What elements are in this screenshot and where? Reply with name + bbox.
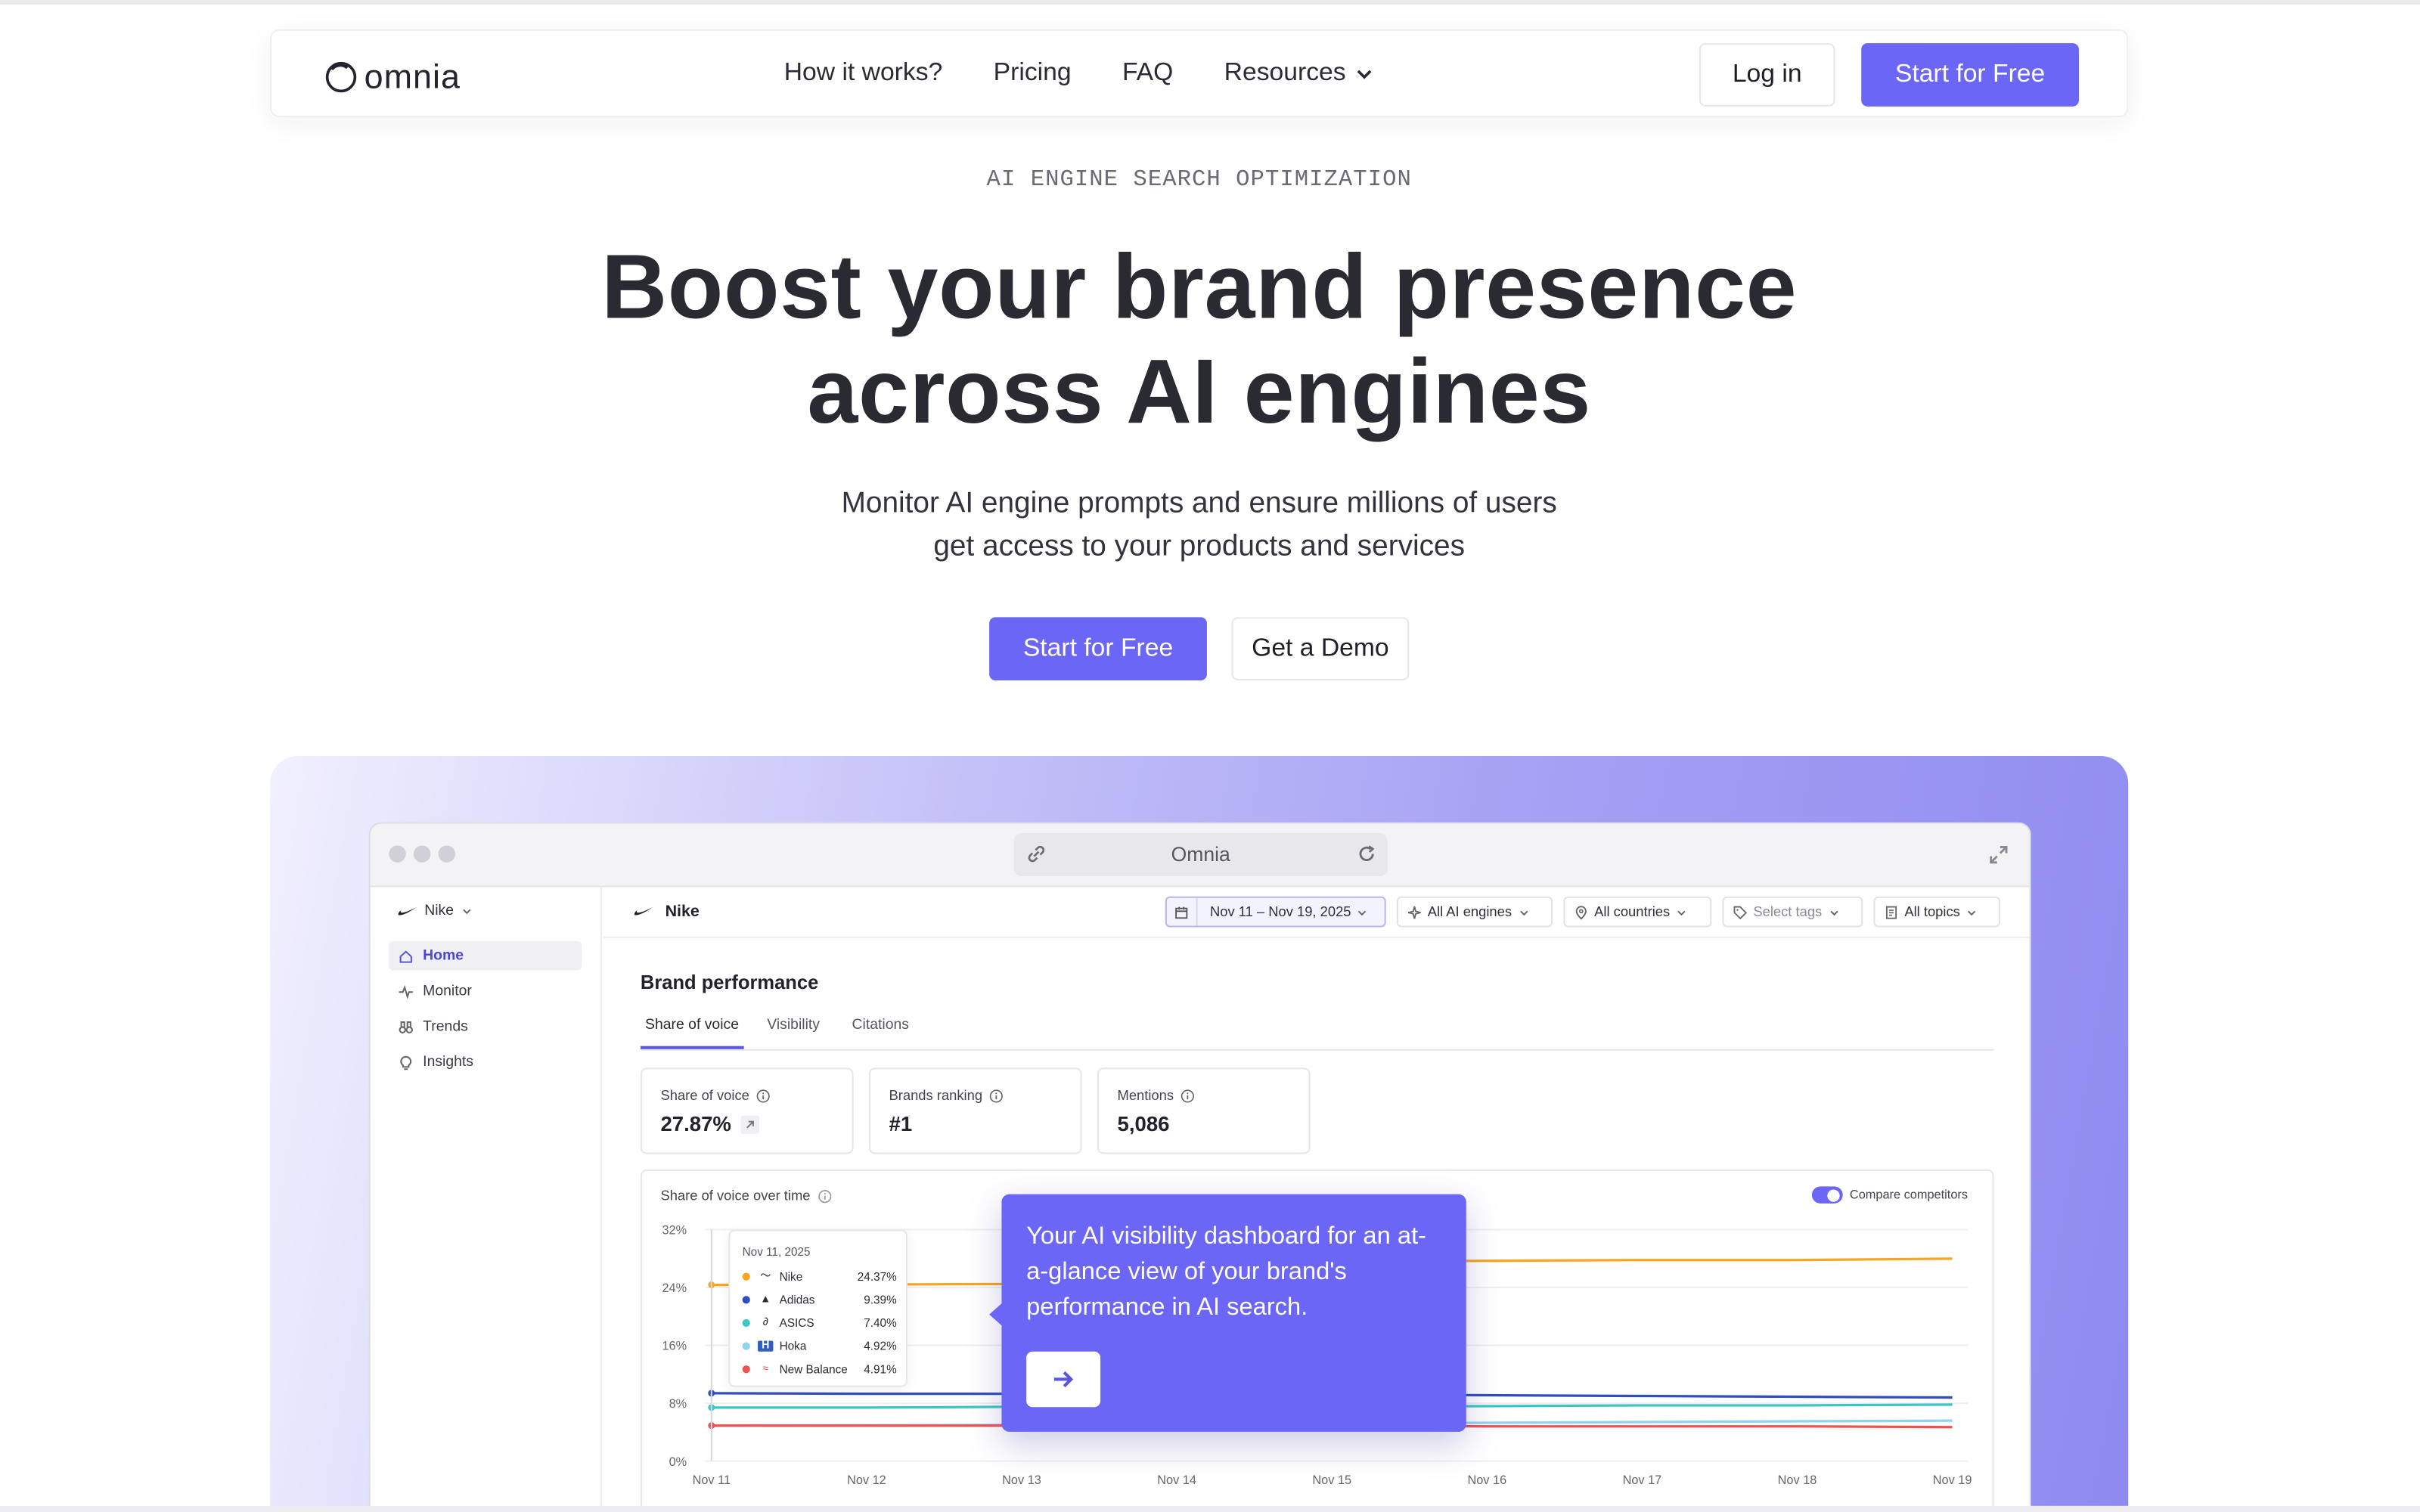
x-tick-label: Nov 11 (693, 1473, 731, 1487)
tooltip-row-value: 4.91% (864, 1362, 897, 1376)
y-tick-label: 32% (662, 1224, 687, 1238)
hoka-logo-icon: H (758, 1340, 774, 1351)
callout-text: Your AI visibility dashboard for an at-a… (1026, 1223, 1426, 1321)
adidas-logo-icon: ▲ (760, 1294, 771, 1305)
tooltip-row-name: New Balance (779, 1362, 848, 1376)
x-tick-label: Nov 13 (1002, 1473, 1041, 1487)
y-tick-label: 8% (669, 1397, 687, 1411)
asics-logo-icon: ∂ (762, 1316, 768, 1328)
arrow-right-icon (1053, 1371, 1074, 1388)
chart-hover-tooltip: Nov 11, 2025 〜 Nike 24.37% ▲ Adidas 9.39% ∂ A… (728, 1229, 908, 1387)
new-balance-logo-icon: ≈ (762, 1363, 769, 1374)
tooltip-row-value: 24.37% (857, 1269, 897, 1283)
tooltip-row-name: Adidas (779, 1292, 815, 1306)
tooltip-row-hoka: H Hoka 4.92% (742, 1336, 897, 1354)
x-tick-label: Nov 15 (1312, 1473, 1351, 1487)
tooltip-row-value: 9.39% (864, 1292, 897, 1306)
series-swatch (742, 1341, 750, 1349)
x-tick-label: Nov 17 (1623, 1473, 1662, 1487)
x-tick-label: Nov 14 (1157, 1473, 1196, 1487)
y-tick-label: 16% (662, 1340, 687, 1353)
tooltip-row-name: Hoka (779, 1338, 807, 1352)
tooltip-row-adidas: ▲ Adidas 9.39% (742, 1290, 897, 1308)
tooltip-row-value: 7.40% (864, 1315, 897, 1330)
callout-next-button[interactable] (1026, 1351, 1101, 1408)
feature-callout: Your AI visibility dashboard for an at-a… (989, 1194, 1466, 1432)
y-tick-label: 24% (662, 1281, 687, 1295)
y-tick-label: 0% (669, 1455, 687, 1469)
tooltip-row-asics: ∂ ASICS 7.40% (742, 1313, 897, 1331)
series-swatch (742, 1365, 750, 1373)
tooltip-date: Nov 11, 2025 (742, 1244, 811, 1259)
series-swatch (742, 1318, 750, 1327)
tooltip-row-new-balance: ≈ New Balance 4.91% (742, 1359, 897, 1377)
x-tick-label: Nov 18 (1778, 1473, 1817, 1487)
bottom-border (0, 1505, 2420, 1512)
nike-logo-icon: 〜 (760, 1271, 771, 1282)
x-tick-label: Nov 16 (1467, 1473, 1506, 1487)
series-swatch (742, 1272, 750, 1280)
x-tick-label: Nov 12 (847, 1473, 886, 1487)
tooltip-row-name: ASICS (779, 1315, 814, 1330)
series-swatch (742, 1295, 750, 1303)
tooltip-row-value: 4.92% (864, 1338, 897, 1352)
x-tick-label: Nov 19 (1933, 1473, 1972, 1487)
tooltip-row-name: Nike (779, 1269, 803, 1283)
tooltip-row-nike: 〜 Nike 24.37% (742, 1266, 897, 1284)
